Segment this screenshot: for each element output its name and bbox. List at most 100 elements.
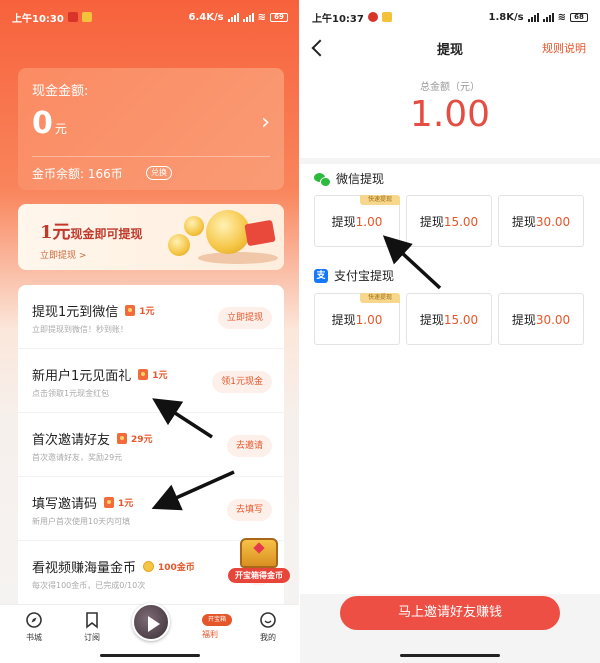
banner-link[interactable]: 立即提现 > xyxy=(40,248,86,261)
alipay-icon: 支 xyxy=(314,268,328,283)
task-title: 提现1元到微信 xyxy=(32,305,119,320)
home-indicator xyxy=(100,654,200,657)
red-envelope-icon xyxy=(117,433,128,444)
tab-label: 我的 xyxy=(260,633,276,642)
signal-icon-2 xyxy=(542,12,554,22)
app-notification-icon xyxy=(81,12,92,22)
signal-icon xyxy=(527,12,539,22)
rules-link[interactable]: 规则说明 xyxy=(542,40,586,56)
alipay-option-3[interactable]: 提现30.00 xyxy=(498,293,584,345)
tab-subscribe[interactable]: 订阅 xyxy=(70,611,114,643)
treasure-label: 开宝箱得金币 xyxy=(228,568,290,583)
withdraw-methods: 微信提现 提现1.00 快速提现 提现15.00 提现30.00 支 支付宝提现… xyxy=(300,164,600,594)
invite-friends-button[interactable]: 马上邀请好友赚钱 xyxy=(340,596,560,630)
task-desc: 立即提现到微信！秒到账！ xyxy=(32,325,128,334)
status-time: 上午10:37 xyxy=(312,13,364,25)
chevron-right-icon[interactable]: › xyxy=(261,110,270,135)
task-reward: 29元 xyxy=(131,435,153,445)
status-right: 6.4K/s ≋ 69 xyxy=(189,12,288,23)
total-label: 总金额（元） xyxy=(420,82,480,93)
notification-icon xyxy=(67,12,78,22)
task-button[interactable]: 立即提现 xyxy=(217,307,272,329)
tab-label: 福利 xyxy=(202,630,218,639)
bookmark-icon xyxy=(86,612,98,629)
cash-card[interactable]: 现金金额: 0元 › 金币余额: 166币 兑换 xyxy=(18,68,284,190)
fast-tag: 快速提现 xyxy=(360,293,400,303)
cash-label: 现金金额: xyxy=(32,84,89,99)
cash-amount: 0元 xyxy=(32,106,67,141)
wechat-icon xyxy=(314,172,331,187)
left-screen: 上午10:30 6.4K/s ≋ 69 现金金额: 0元 › 金币余额: 166… xyxy=(0,0,300,663)
smiley-icon xyxy=(260,612,276,628)
wechat-option-3[interactable]: 提现30.00 xyxy=(498,195,584,247)
task-item: 首次邀请好友 29元 首次邀请好友，奖励29元 去邀请 xyxy=(18,412,284,474)
alipay-label: 支付宝提现 xyxy=(334,269,395,283)
task-title: 首次邀请好友 xyxy=(32,433,111,448)
coin-icon xyxy=(168,234,190,256)
task-item: 填写邀请码 1元 新用户首次使用10天内可填 去填写 xyxy=(18,476,284,538)
alipay-option-2[interactable]: 提现15.00 xyxy=(406,293,492,345)
wechat-option-1[interactable]: 提现1.00 快速提现 xyxy=(314,195,400,247)
alipay-option-1[interactable]: 提现1.00 快速提现 xyxy=(314,293,400,345)
tab-bookstore[interactable]: 书城 xyxy=(12,611,56,643)
home-indicator xyxy=(400,654,500,657)
withdraw-banner[interactable]: 1元现金即可提现 立即提现 > xyxy=(18,204,284,270)
total-section: 总金额（元） 1.00 xyxy=(300,66,600,158)
signal-icon xyxy=(227,12,239,22)
wifi-icon: ≋ xyxy=(257,11,266,23)
task-desc: 新用户首次使用10天内可填 xyxy=(32,517,131,526)
task-desc: 每次得100金币，已完成0/10次 xyxy=(32,581,146,590)
alipay-header: 支 支付宝提现 xyxy=(314,267,394,284)
signal-icon-2 xyxy=(242,12,254,22)
exchange-button[interactable]: 兑换 xyxy=(146,166,172,180)
compass-icon xyxy=(26,612,42,628)
app-notification-icon xyxy=(381,12,392,22)
task-reward: 100金币 xyxy=(158,563,195,573)
red-envelope-icon xyxy=(104,497,115,508)
task-title: 填写邀请码 xyxy=(32,497,98,512)
banner-title: 1元现金即可提现 xyxy=(40,222,143,243)
battery-icon: 68 xyxy=(570,12,588,22)
total-amount: 1.00 xyxy=(409,94,491,135)
task-reward: 1元 xyxy=(152,371,168,381)
task-button[interactable]: 去邀请 xyxy=(226,435,272,457)
task-reward: 1元 xyxy=(118,499,134,509)
task-desc: 首次邀请好友，奖励29元 xyxy=(32,453,123,462)
divider xyxy=(32,156,270,157)
task-reward: 1元 xyxy=(139,307,155,317)
tab-label: 书城 xyxy=(26,633,42,642)
treasure-chest-button[interactable]: 开宝箱得金币 xyxy=(228,530,290,586)
tab-welfare[interactable]: 福利 xyxy=(188,629,232,640)
tab-label: 订阅 xyxy=(84,633,100,642)
task-title: 新用户1元见面礼 xyxy=(32,369,132,384)
wifi-icon: ≋ xyxy=(557,11,566,23)
coin-icon xyxy=(143,561,155,572)
task-button[interactable]: 去填写 xyxy=(226,499,272,521)
red-envelope-icon xyxy=(125,305,136,316)
coin-icon xyxy=(184,216,204,236)
coin-balance: 金币余额: 166币 xyxy=(32,167,123,181)
notification-icon xyxy=(367,12,378,22)
battery-icon: 69 xyxy=(270,12,288,22)
wechat-option-2[interactable]: 提现15.00 xyxy=(406,195,492,247)
wechat-header: 微信提现 xyxy=(314,170,384,187)
status-right: 1.8K/s ≋ 68 xyxy=(489,12,588,23)
status-bar: 上午10:37 1.8K/s ≋ 68 xyxy=(300,0,600,34)
task-item: 提现1元到微信 1元 立即提现到微信！秒到账！ 立即提现 xyxy=(18,285,284,347)
plate-graphic xyxy=(198,252,278,264)
welfare-badge: 开宝箱 xyxy=(202,614,232,626)
task-item: 新用户1元见面礼 1元 点击领取1元现金红包 领1元现金 xyxy=(18,348,284,410)
status-time: 上午10:30 xyxy=(12,13,64,25)
nav-bar: 提现 规则说明 xyxy=(300,30,600,66)
wechat-label: 微信提现 xyxy=(336,172,385,186)
fast-tag: 快速提现 xyxy=(360,195,400,205)
right-screen: 上午10:37 1.8K/s ≋ 68 提现 规则说明 总金额（元） 1.00 … xyxy=(300,0,600,663)
network-speed: 6.4K/s xyxy=(188,11,224,23)
task-button[interactable]: 领1元现金 xyxy=(212,371,272,393)
task-desc: 点击领取1元现金红包 xyxy=(32,389,110,398)
status-bar: 上午10:30 6.4K/s ≋ 69 xyxy=(0,0,300,34)
play-button[interactable] xyxy=(132,603,170,641)
tab-mine[interactable]: 我的 xyxy=(246,611,290,643)
network-speed: 1.8K/s xyxy=(488,11,524,23)
coin-icon xyxy=(206,210,250,254)
